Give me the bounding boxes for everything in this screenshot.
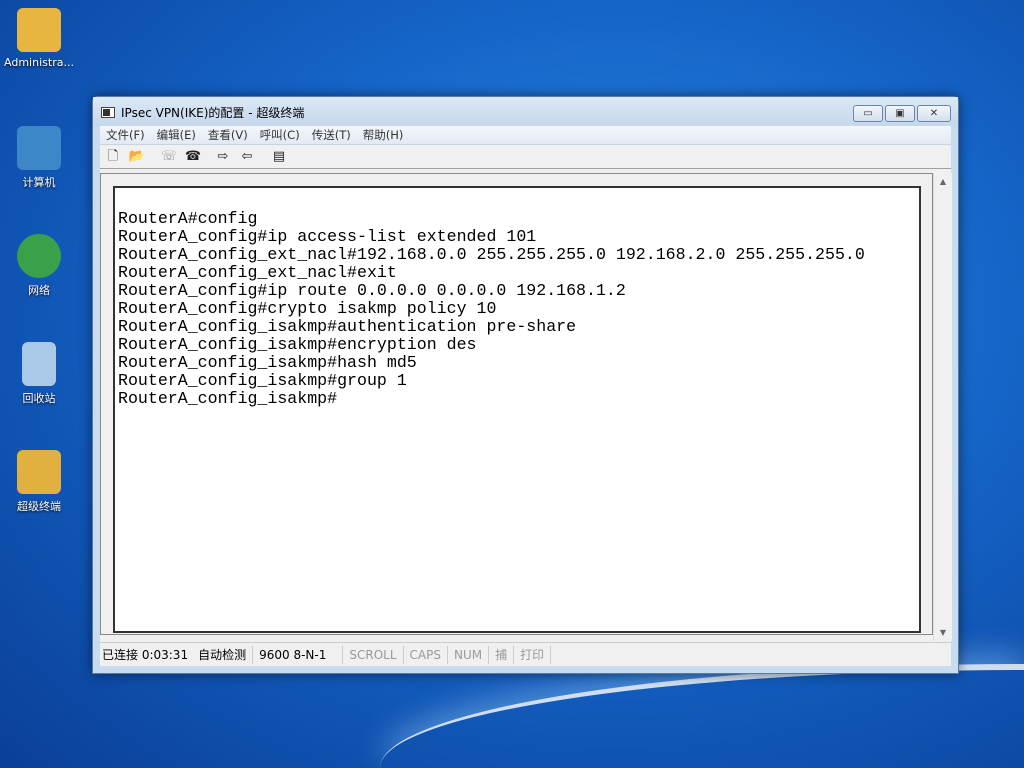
- desktop-icon-administrator[interactable]: Administra...: [2, 8, 76, 69]
- terminal-area: RouterA#config RouterA_config#ip access-l…: [100, 173, 933, 635]
- icon-label: Administra...: [4, 56, 74, 69]
- folder-user-icon: [17, 8, 61, 52]
- maximize-button[interactable]: ▣: [885, 105, 915, 122]
- desktop-icon-recycle-bin[interactable]: 回收站: [2, 342, 76, 406]
- vertical-scrollbar[interactable]: ▲ ▼: [933, 173, 952, 641]
- menu-view[interactable]: 查看(V): [202, 127, 254, 143]
- status-caps: CAPS: [404, 645, 448, 664]
- computer-icon: [17, 126, 61, 170]
- terminal-line: RouterA_config_isakmp#: [118, 389, 338, 408]
- disconnect-icon[interactable]: ☎: [184, 149, 202, 165]
- menu-help[interactable]: 帮助(H): [357, 127, 410, 143]
- menu-edit[interactable]: 编辑(E): [151, 127, 202, 143]
- menu-file[interactable]: 文件(F): [100, 127, 151, 143]
- icon-label: 回收站: [22, 392, 56, 405]
- app-icon: [101, 106, 115, 118]
- minimize-button[interactable]: ▭: [853, 105, 883, 122]
- status-num: NUM: [448, 645, 490, 664]
- terminal-line: RouterA_config#ip access-list extended 1…: [118, 227, 537, 246]
- terminal-line: RouterA_config_isakmp#hash md5: [118, 353, 417, 372]
- terminal-line: RouterA_config_ext_nacl#192.168.0.0 255.…: [118, 245, 865, 264]
- status-bar: 已连接 0:03:31 自动检测 9600 8-N-1 SCROLL CAPS …: [100, 642, 951, 666]
- scroll-up-icon[interactable]: ▲: [934, 177, 952, 186]
- desktop-icon-network[interactable]: 网络: [2, 234, 76, 298]
- status-capture: 捕: [489, 645, 515, 664]
- icon-label: 计算机: [22, 176, 56, 189]
- dial-icon[interactable]: ☏: [160, 149, 178, 165]
- terminal-line: RouterA_config_isakmp#authentication pre…: [118, 317, 577, 336]
- status-scroll: SCROLL: [343, 645, 404, 664]
- icon-label: 超级终端: [17, 500, 61, 513]
- terminal-line: RouterA_config#ip route 0.0.0.0 0.0.0.0 …: [118, 281, 626, 300]
- terminal-line: RouterA_config#crypto isakmp policy 10: [118, 299, 497, 318]
- desktop-icon-hyperterminal[interactable]: 超级终端: [2, 450, 76, 514]
- menu-transfer[interactable]: 传送(T): [306, 127, 357, 143]
- close-button[interactable]: ✕: [917, 105, 951, 122]
- network-icon: [17, 234, 61, 278]
- toolbar: 🗋 📂 ☏ ☎ ⇨ ⇦ ▤: [100, 145, 951, 169]
- open-icon[interactable]: 📂: [128, 149, 146, 165]
- properties-icon[interactable]: ▤: [270, 149, 288, 165]
- send-icon[interactable]: ⇨: [214, 149, 232, 165]
- terminal-screen[interactable]: RouterA#config RouterA_config#ip access-l…: [113, 186, 921, 633]
- icon-label: 网络: [28, 284, 50, 297]
- menu-bar: 文件(F) 编辑(E) 查看(V) 呼叫(C) 传送(T) 帮助(H): [100, 126, 951, 145]
- terminal-line: RouterA_config_isakmp#group 1: [118, 371, 407, 390]
- receive-icon[interactable]: ⇦: [238, 149, 256, 165]
- hyperterminal-icon: [17, 450, 61, 494]
- new-icon[interactable]: 🗋: [104, 149, 122, 165]
- scroll-down-icon[interactable]: ▼: [934, 628, 952, 637]
- desktop-icon-computer[interactable]: 计算机: [2, 126, 76, 190]
- status-print: 打印: [514, 645, 552, 664]
- title-bar[interactable]: IPsec VPN(IKE)的配置 - 超级终端 ▭ ▣ ✕: [93, 97, 958, 127]
- window-title: IPsec VPN(IKE)的配置 - 超级终端: [121, 105, 305, 120]
- terminal-line: RouterA_config_isakmp#encryption des: [118, 335, 477, 354]
- status-connected: 已连接 0:03:31: [102, 647, 189, 662]
- status-baud: 9600 8-N-1: [253, 645, 344, 664]
- recycle-bin-icon: [22, 342, 56, 386]
- menu-call[interactable]: 呼叫(C): [254, 127, 306, 143]
- status-detect: 自动检测: [192, 645, 254, 664]
- hyperterminal-window: IPsec VPN(IKE)的配置 - 超级终端 ▭ ▣ ✕ 文件(F) 编辑(…: [92, 96, 959, 674]
- wallpaper-swoosh: [380, 664, 1024, 768]
- terminal-line: RouterA_config_ext_nacl#exit: [118, 263, 397, 282]
- terminal-line: RouterA#config: [118, 209, 258, 228]
